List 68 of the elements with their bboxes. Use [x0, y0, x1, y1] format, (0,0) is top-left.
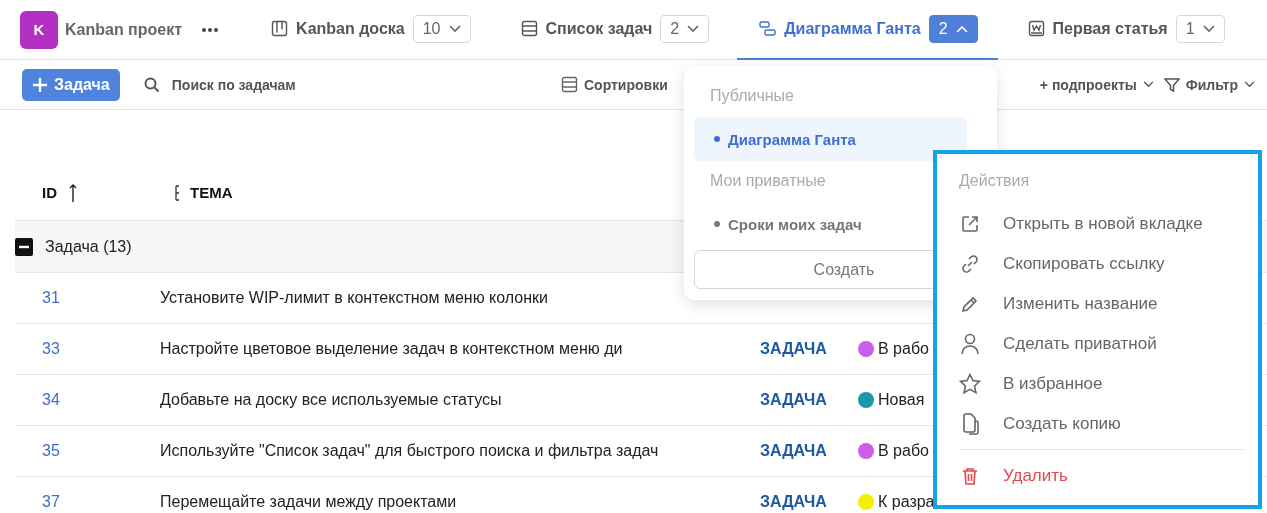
delete-menu-item[interactable]: Удалить	[959, 455, 1244, 497]
group-label: Задача (13)	[45, 237, 132, 256]
menu-item[interactable]: Создать копию	[959, 404, 1244, 444]
tab-label: Первая статья	[1052, 19, 1168, 38]
sort-arrow-icon	[69, 182, 77, 203]
task-id-link[interactable]: 37	[42, 493, 60, 511]
task-status: К разра	[878, 493, 935, 511]
user-icon	[959, 333, 981, 355]
gantt-icon	[759, 20, 777, 37]
count-dropdown[interactable]: 10	[412, 14, 471, 43]
link-icon	[959, 254, 981, 274]
task-id-link[interactable]: 35	[42, 442, 60, 460]
task-subject: Настройте цветовое выделение задач в контекстном меню ди	[160, 340, 623, 357]
column-header[interactable]: ID	[42, 184, 57, 201]
caret-icon	[955, 24, 968, 33]
collapse-icon[interactable]	[15, 237, 33, 256]
add-task-button[interactable]: Задача	[22, 68, 120, 101]
subprojects-dropdown[interactable]: + подпроекты	[1039, 76, 1154, 93]
sort-button[interactable]: Сортировки	[561, 76, 668, 93]
task-type: ЗАДАЧА	[760, 493, 827, 510]
task-id-link[interactable]: 31	[42, 289, 60, 307]
menu-item[interactable]: В избранное	[959, 364, 1244, 404]
tab-label: Kanban доска	[296, 19, 405, 38]
external-link-icon	[959, 215, 981, 233]
drag-handle-icon[interactable]	[175, 184, 180, 201]
project-name[interactable]: Kanban проект	[65, 20, 183, 39]
task-status: В рабо	[878, 442, 929, 460]
search-icon	[143, 76, 160, 93]
view-tab[interactable]: Список задач 2	[498, 0, 730, 60]
task-subject: Используйте "Список задач" для быстрого поиска и фильтра задач	[160, 442, 659, 459]
task-status: В рабо	[878, 340, 929, 358]
caret-icon	[1142, 81, 1154, 88]
count-dropdown[interactable]: 2	[660, 14, 710, 43]
task-type: ЗАДАЧА	[760, 442, 827, 459]
list-icon	[520, 20, 538, 37]
list-icon	[561, 76, 578, 93]
board-icon	[271, 20, 289, 37]
caret-icon	[1202, 24, 1215, 33]
plus-icon	[32, 76, 48, 93]
task-type: ЗАДАЧА	[760, 340, 827, 357]
tab-label: Список задач	[545, 19, 653, 38]
count-dropdown[interactable]: 2	[928, 14, 978, 43]
task-status: Новая	[878, 391, 925, 409]
count-dropdown[interactable]: 1	[1175, 14, 1225, 43]
project-avatar: K	[20, 10, 58, 49]
view-tab[interactable]: Kanban доска 10	[249, 0, 491, 60]
caret-icon	[448, 24, 461, 33]
view-tab[interactable]: Первая статья 1	[1005, 0, 1245, 60]
task-subject: Добавьте на доску все используемые статусы	[160, 391, 502, 408]
view-item[interactable]: Диаграмма Ганта	[694, 117, 967, 161]
column-header[interactable]: ТЕМА	[190, 184, 233, 201]
view-tab[interactable]: Диаграмма Ганта 2	[737, 0, 998, 60]
filter-icon	[1163, 76, 1180, 93]
caret-icon	[1244, 81, 1255, 88]
more-icon[interactable]	[201, 26, 220, 33]
star-icon	[959, 373, 981, 395]
caret-icon	[687, 24, 700, 33]
filter-dropdown[interactable]: Фильтр	[1163, 76, 1255, 93]
task-id-link[interactable]: 34	[42, 391, 60, 409]
section-title: Публичные	[709, 86, 795, 106]
tab-label: Диаграмма Ганта	[784, 19, 921, 38]
task-id-link[interactable]: 33	[42, 340, 60, 358]
task-type: ЗАДАЧА	[760, 391, 827, 408]
document-icon	[1027, 20, 1045, 37]
task-subject: Перемещайте задачи между проектами	[160, 493, 457, 510]
task-subject: Установите WIP-лимит в контекстном меню колонки	[160, 289, 549, 306]
menu-title: Действия	[959, 172, 1031, 191]
menu-item[interactable]: Сделать приватной	[959, 324, 1244, 364]
